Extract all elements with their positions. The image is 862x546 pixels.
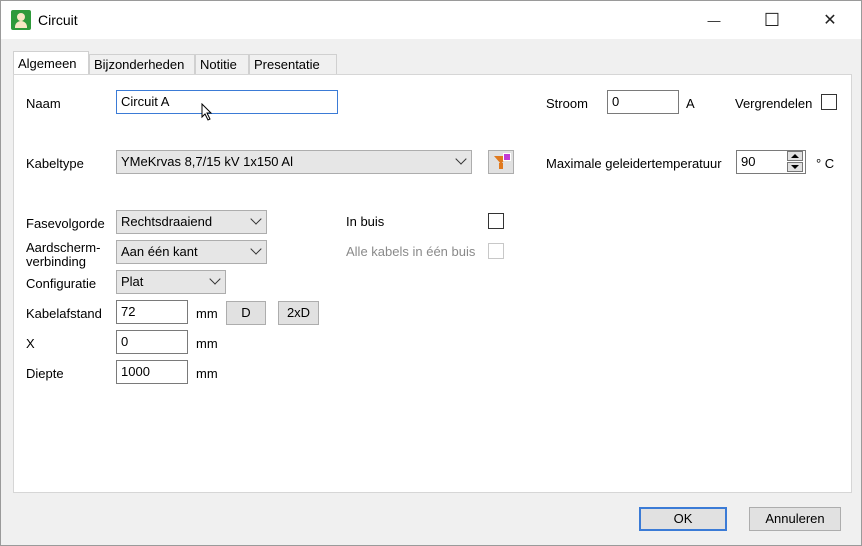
maximize-icon: ☐ [763, 9, 781, 30]
naam-input[interactable]: Circuit A [116, 90, 338, 114]
spin-up-button[interactable] [787, 151, 803, 161]
arrow-down-icon [791, 165, 799, 169]
max-temp-unit: ° C [816, 156, 835, 171]
close-icon: ✕ [823, 12, 837, 29]
kabelafstand-unit: mm [196, 306, 218, 321]
diepte-label: Diepte [26, 366, 64, 381]
cancel-button[interactable]: Annuleren [749, 507, 841, 531]
stroom-input[interactable]: 0 [607, 90, 679, 114]
max-temp-label: Maximale geleidertemperatuur [546, 156, 722, 171]
max-temp-value: 90 [741, 154, 756, 169]
kabeltype-select[interactable]: YMeKrvas 8,7/15 kV 1x150 Al [116, 150, 472, 174]
chevron-down-icon [250, 213, 262, 225]
x-label: X [26, 336, 35, 351]
ok-button[interactable]: OK [639, 507, 727, 531]
diepte-input[interactable]: 1000 [116, 360, 188, 384]
dialog-window: Circuit — ☐ ✕ Algemeen Bijzonderheden No… [0, 0, 862, 546]
kabelafstand-label: Kabelafstand [26, 306, 102, 321]
chevron-down-icon [455, 153, 467, 165]
vergrendelen-checkbox[interactable] [821, 94, 837, 110]
kabeltype-label: Kabeltype [26, 156, 84, 171]
alle-kabels-checkbox[interactable] [488, 243, 504, 259]
minimize-button[interactable]: — [691, 1, 737, 39]
spin-down-button[interactable] [787, 162, 803, 172]
aardscherm-value: Aan één kant [121, 244, 198, 259]
fasevolgorde-select[interactable]: Rechtsdraaiend [116, 210, 267, 234]
aardscherm-label-line2: verbinding [26, 254, 86, 269]
window-title: Circuit [38, 12, 78, 28]
chevron-down-icon [209, 273, 221, 285]
fasevolgorde-value: Rechtsdraaiend [121, 214, 213, 229]
vergrendelen-label: Vergrendelen [735, 96, 813, 111]
fasevolgorde-label: Fasevolgorde [26, 216, 105, 231]
arrow-up-icon [791, 154, 799, 158]
tab-notitie[interactable]: Notitie [195, 54, 249, 75]
stroom-unit: A [686, 96, 695, 111]
kabeltype-value: YMeKrvas 8,7/15 kV 1x150 Al [121, 154, 293, 169]
stroom-label: Stroom [546, 96, 588, 111]
configuratie-value: Plat [121, 274, 144, 289]
minimize-icon: — [707, 12, 721, 28]
x-input[interactable]: 0 [116, 330, 188, 354]
maximize-button[interactable]: ☐ [749, 1, 795, 39]
in-buis-checkbox[interactable] [488, 213, 504, 229]
naam-label: Naam [26, 96, 61, 111]
kabelafstand-input[interactable]: 72 [116, 300, 188, 324]
tab-bijzonderheden[interactable]: Bijzonderheden [89, 54, 195, 75]
diepte-unit: mm [196, 366, 218, 381]
chevron-down-icon [250, 243, 262, 255]
2xd-button[interactable]: 2xD [278, 301, 319, 325]
alle-kabels-label: Alle kabels in één buis [346, 244, 476, 259]
aardscherm-label-line1: Aardscherm- [26, 240, 101, 255]
app-icon [11, 10, 31, 30]
configuratie-select[interactable]: Plat [116, 270, 226, 294]
aardscherm-select[interactable]: Aan één kant [116, 240, 267, 264]
in-buis-label: In buis [346, 214, 385, 229]
kabeltype-filter-button[interactable] [488, 150, 514, 174]
x-unit: mm [196, 336, 218, 351]
close-button[interactable]: ✕ [807, 1, 853, 39]
cursor-icon [201, 103, 213, 121]
configuratie-label: Configuratie [26, 276, 97, 291]
title-bar: Circuit — ☐ ✕ [1, 1, 861, 39]
max-temp-spinner[interactable] [787, 151, 803, 173]
tab-presentatie[interactable]: Presentatie [249, 54, 337, 75]
tab-algemeen[interactable]: Algemeen [13, 51, 89, 76]
d-button[interactable]: D [226, 301, 266, 325]
aardscherm-label: Aardscherm- verbinding [26, 241, 100, 269]
